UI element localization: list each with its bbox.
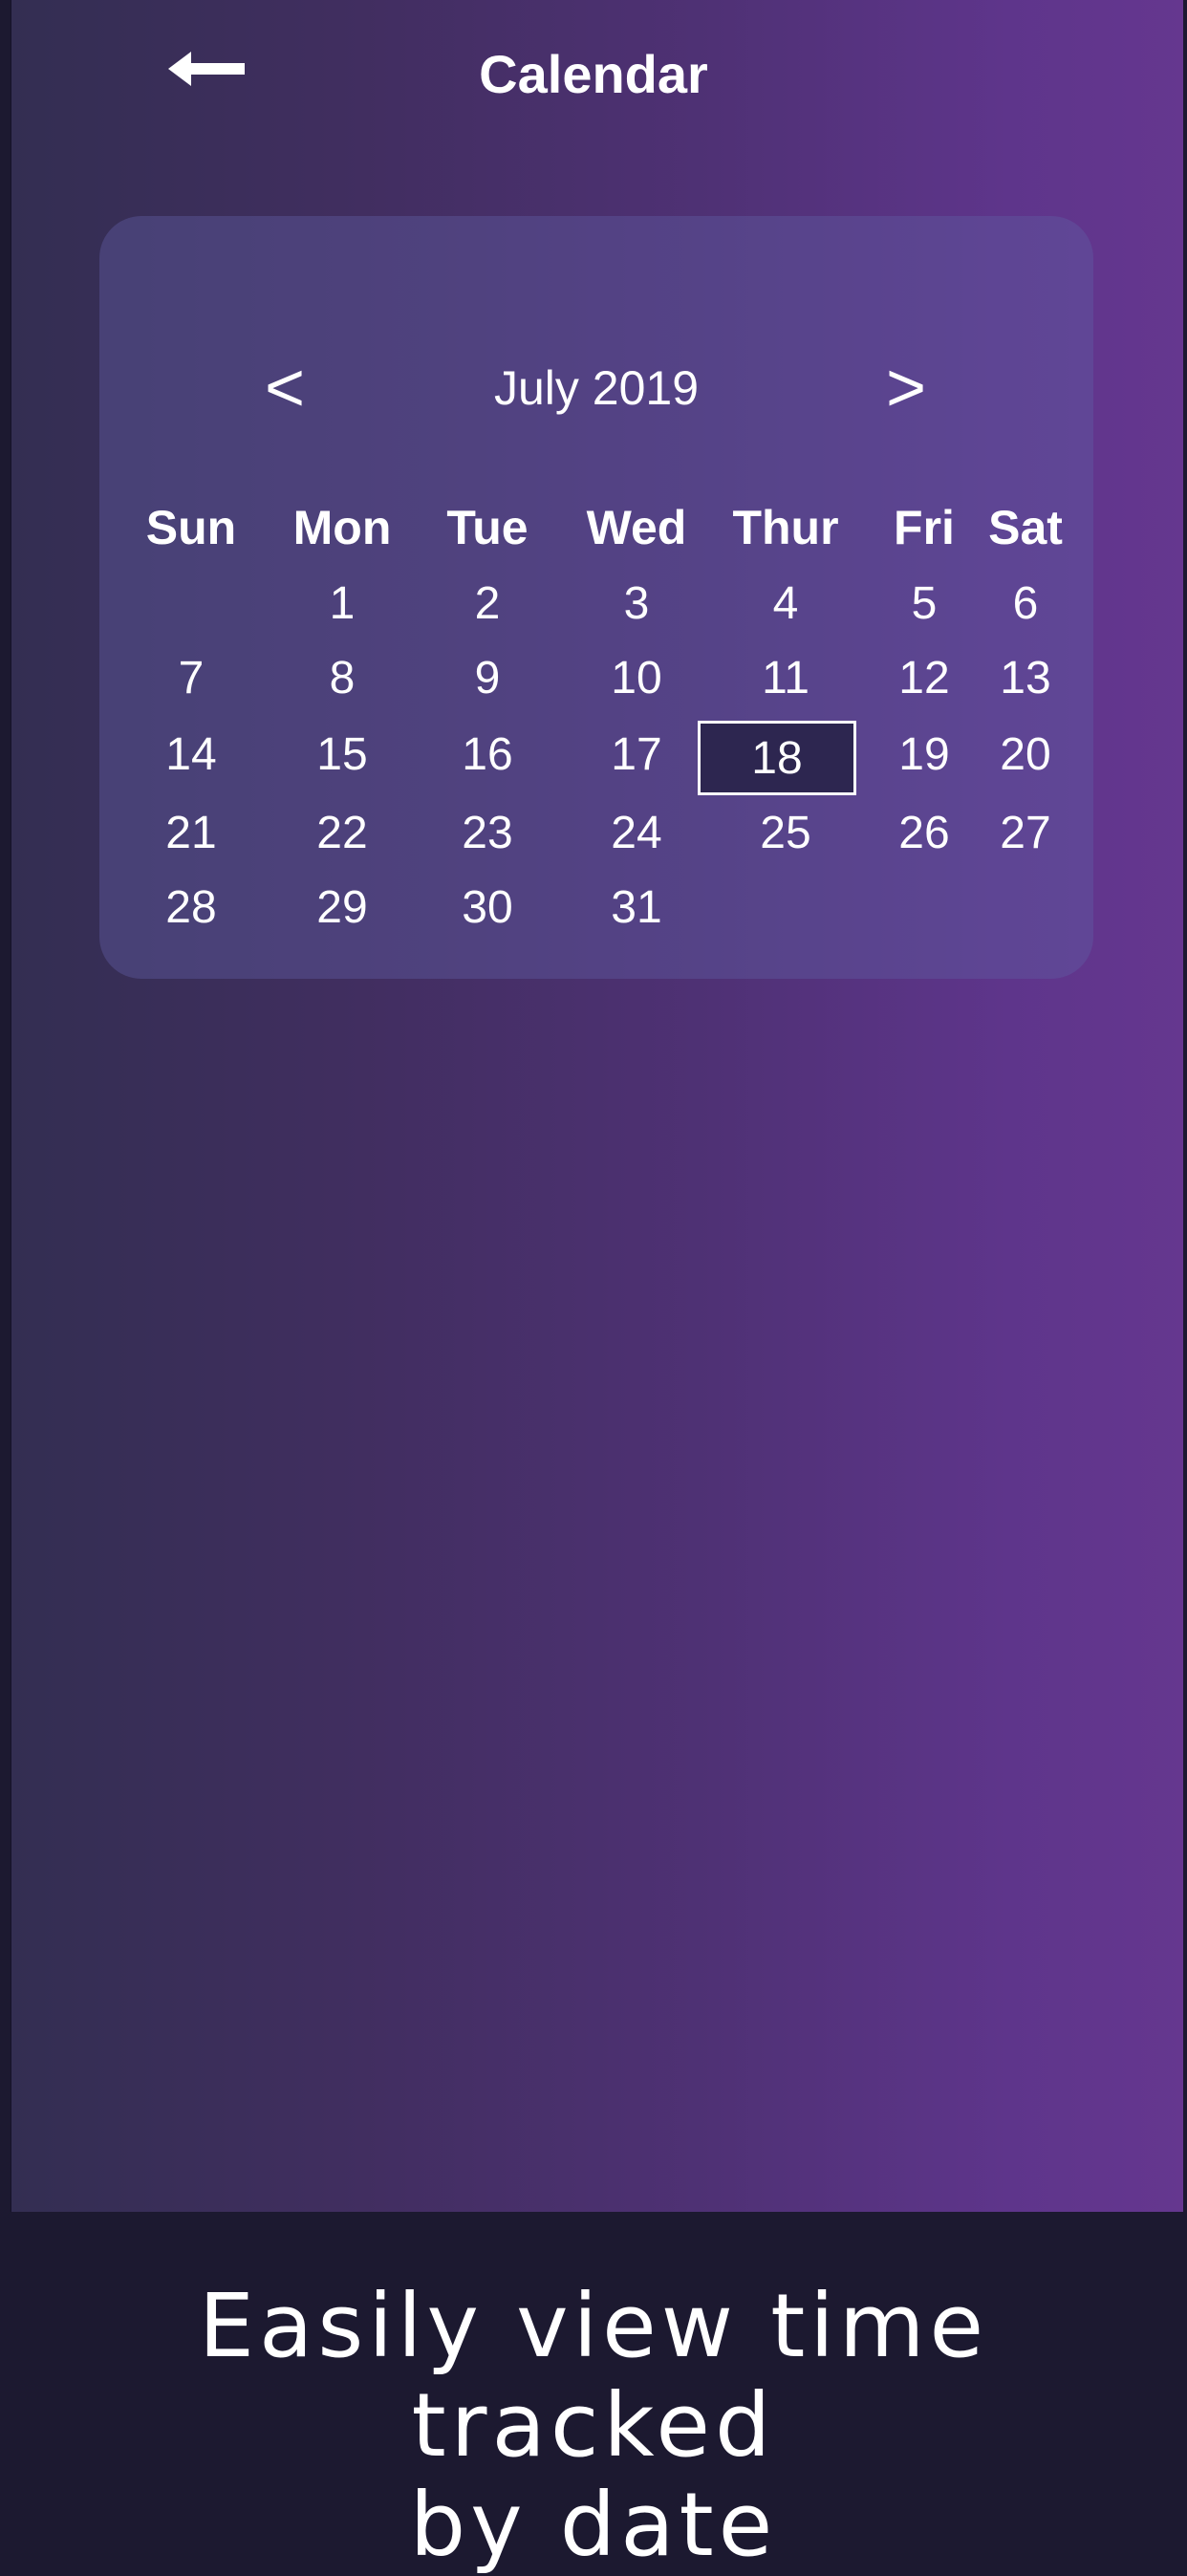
week-row: 14 15 16 17 18 19 20 (99, 717, 1093, 795)
calendar-day[interactable]: 21 (124, 795, 258, 872)
week-row: 7 8 9 10 11 12 13 (99, 640, 1093, 717)
calendar-day[interactable]: 31 (558, 870, 715, 946)
previous-month-button[interactable]: < (247, 340, 323, 436)
calendar-day[interactable]: 15 (268, 717, 417, 793)
weekday-wed: Wed (586, 501, 687, 554)
calendar-day[interactable]: 8 (268, 640, 417, 717)
calendar-day[interactable]: 25 (698, 795, 874, 872)
next-month-button[interactable]: > (868, 340, 944, 436)
selected-calendar-day[interactable]: 18 (698, 721, 856, 795)
weekday-header-row: Sun Mon Tue Wed Thur Fri Sat (99, 489, 1093, 566)
calendar-day[interactable]: 4 (698, 566, 874, 642)
calendar-day[interactable]: 20 (965, 717, 1086, 793)
week-row: 1 2 3 4 5 6 (99, 566, 1093, 642)
caption-line-1: Easily view time tracked (198, 2275, 989, 2477)
calendar-day[interactable]: 13 (965, 640, 1086, 717)
week-row: 21 22 23 24 25 26 27 (99, 795, 1093, 872)
calendar-day[interactable]: 28 (124, 870, 258, 946)
calendar-day[interactable]: 9 (421, 640, 554, 717)
month-navigation: < July 2019 > (99, 340, 1093, 436)
calendar-day[interactable]: 10 (558, 640, 715, 717)
calendar-day[interactable]: 27 (965, 795, 1086, 872)
calendar-day[interactable]: 23 (421, 795, 554, 872)
weekday-tue: Tue (446, 501, 529, 554)
calendar-day[interactable]: 11 (698, 640, 874, 717)
page-title: Calendar (479, 44, 708, 104)
calendar-day[interactable]: 2 (421, 566, 554, 642)
calendar-day[interactable]: 7 (124, 640, 258, 717)
calendar-day[interactable]: 17 (558, 717, 715, 793)
weekday-sun: Sun (145, 501, 237, 554)
calendar-day[interactable]: 6 (965, 566, 1086, 642)
header: Calendar (0, 0, 1187, 153)
caption-line-2: by date (409, 2474, 778, 2576)
calendar-card: < July 2019 > Sun Mon Tue Wed Thur Fri S… (99, 216, 1093, 979)
weekday-mon: Mon (292, 501, 392, 554)
promo-caption: Easily view time tracked by date (38, 2277, 1149, 2575)
calendar-day[interactable]: 1 (268, 566, 417, 642)
calendar-day[interactable]: 16 (421, 717, 554, 793)
calendar-day[interactable]: 14 (124, 717, 258, 793)
calendar-day[interactable]: 30 (421, 870, 554, 946)
calendar-day[interactable]: 24 (558, 795, 715, 872)
caption-bar: Easily view time tracked by date (0, 2212, 1187, 2575)
week-row: 28 29 30 31 (99, 870, 1093, 946)
weekday-thur: Thur (732, 501, 839, 554)
calendar-day[interactable]: 22 (268, 795, 417, 872)
weekday-sat: Sat (988, 501, 1063, 554)
calendar-day[interactable]: 3 (558, 566, 715, 642)
month-label: July 2019 (493, 361, 700, 415)
calendar-day[interactable]: 29 (268, 870, 417, 946)
